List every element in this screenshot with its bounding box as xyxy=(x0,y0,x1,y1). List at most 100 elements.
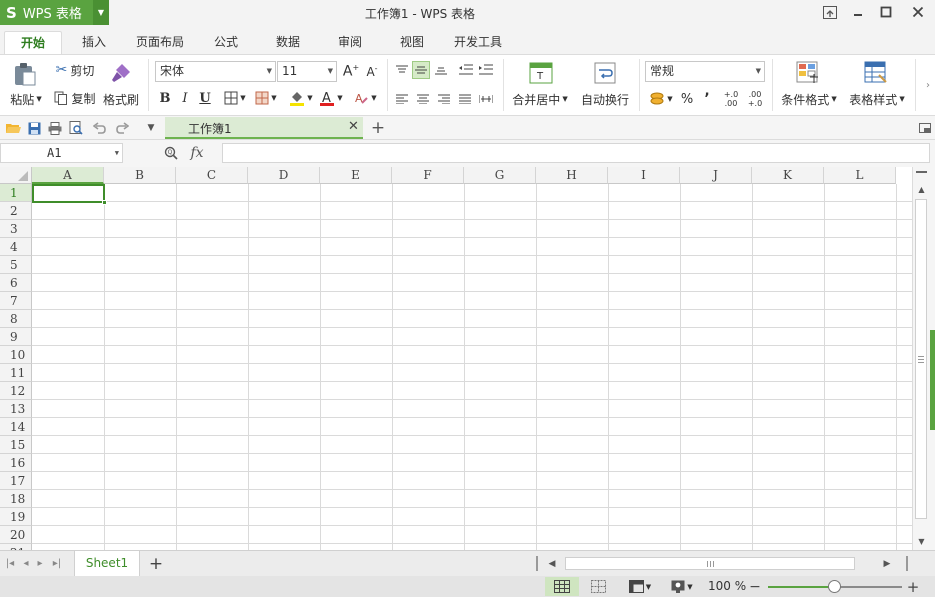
tab-page-layout[interactable]: 页面布局 xyxy=(128,31,192,54)
conditional-format-button[interactable]: 条件格式▼ xyxy=(778,91,840,107)
scroll-right-button[interactable]: ▶ xyxy=(880,556,894,571)
add-sheet-button[interactable]: + xyxy=(146,554,166,574)
ribbon-scroll-button[interactable]: › xyxy=(922,77,934,93)
column-header-e[interactable]: E xyxy=(320,167,392,184)
print-button[interactable] xyxy=(46,119,64,137)
row-header-5[interactable]: 5 xyxy=(0,256,32,274)
decrease-indent-button[interactable] xyxy=(457,61,475,79)
next-sheet-button[interactable]: ▸ xyxy=(34,555,46,571)
horizontal-scroll-thumb[interactable] xyxy=(565,557,855,570)
zoom-in-button[interactable]: + xyxy=(906,577,920,596)
decrease-font-button[interactable]: A- xyxy=(362,61,382,81)
row-header-19[interactable]: 19 xyxy=(0,508,32,526)
row-header-15[interactable]: 15 xyxy=(0,436,32,454)
font-color-button[interactable]: A▼ xyxy=(317,88,345,108)
undo-button[interactable] xyxy=(90,119,108,137)
number-format-select[interactable]: 常规▼ xyxy=(645,61,765,82)
column-header-l[interactable]: L xyxy=(824,167,896,184)
tab-split-handle[interactable] xyxy=(536,556,538,571)
align-left-button[interactable] xyxy=(393,90,411,108)
first-sheet-button[interactable]: |◂ xyxy=(4,555,16,571)
distributed-align-button[interactable] xyxy=(477,90,495,108)
tab-view[interactable]: 视图 xyxy=(390,31,434,54)
percent-button[interactable]: % xyxy=(678,89,696,109)
font-name-select[interactable]: 宋体▼ xyxy=(155,61,276,82)
column-header-b[interactable]: B xyxy=(104,167,176,184)
row-header-3[interactable]: 3 xyxy=(0,220,32,238)
wrap-text-icon-button[interactable] xyxy=(592,61,618,85)
copy-button[interactable]: 复制 xyxy=(50,89,100,107)
row-header-2[interactable]: 2 xyxy=(0,202,32,220)
wrap-text-button[interactable]: 自动换行 xyxy=(576,91,634,107)
active-cell-A1[interactable] xyxy=(32,184,105,203)
tab-split-handle-right[interactable] xyxy=(906,556,908,571)
column-header-a[interactable]: A xyxy=(32,167,104,184)
increase-decimal-button[interactable]: +.0 .00 xyxy=(720,88,742,110)
zoom-level[interactable]: 100 % xyxy=(708,579,746,593)
cell-style-button[interactable]: ▼ xyxy=(252,88,280,108)
borders-button[interactable]: ▼ xyxy=(221,88,249,108)
close-tab-icon[interactable]: ✕ xyxy=(348,119,359,134)
row-header-7[interactable]: 7 xyxy=(0,292,32,310)
font-size-select[interactable]: 11▼ xyxy=(277,61,337,82)
column-header-f[interactable]: F xyxy=(392,167,464,184)
minimize-button[interactable] xyxy=(847,2,869,22)
name-box[interactable]: A1 ▼ xyxy=(0,143,123,163)
clear-format-button[interactable]: A▼ xyxy=(352,88,380,108)
bold-button[interactable]: B xyxy=(156,88,174,108)
align-center-button[interactable] xyxy=(414,90,432,108)
row-header-13[interactable]: 13 xyxy=(0,400,32,418)
fill-color-button[interactable]: ▼ xyxy=(286,88,316,108)
row-header-12[interactable]: 12 xyxy=(0,382,32,400)
decrease-decimal-button[interactable]: .00 +.0 xyxy=(744,88,766,110)
ribbon-collapse-button[interactable] xyxy=(819,2,841,22)
column-header-h[interactable]: H xyxy=(536,167,608,184)
tab-insert[interactable]: 插入 xyxy=(72,31,116,54)
tab-list-button[interactable] xyxy=(916,119,934,137)
underline-button[interactable]: U xyxy=(196,88,214,108)
scroll-left-button[interactable]: ◀ xyxy=(545,556,559,571)
open-button[interactable] xyxy=(4,119,22,137)
vertical-scroll-thumb[interactable] xyxy=(915,199,927,519)
tab-formulas[interactable]: 公式 xyxy=(204,31,248,54)
eye-protection-button[interactable]: ▼ xyxy=(666,577,698,596)
conditional-format-icon-button[interactable] xyxy=(795,61,821,85)
vertical-scrollbar[interactable]: ▲ ▼ xyxy=(912,167,930,550)
merge-center-icon-button[interactable]: T xyxy=(528,61,554,85)
row-header-11[interactable]: 11 xyxy=(0,364,32,382)
fill-handle[interactable] xyxy=(102,200,107,205)
print-preview-button[interactable] xyxy=(67,119,85,137)
table-style-icon-button[interactable] xyxy=(863,61,889,85)
justify-button[interactable] xyxy=(456,90,474,108)
scroll-up-button[interactable]: ▲ xyxy=(913,183,930,195)
paste-dropdown[interactable]: 粘贴▼ xyxy=(6,91,46,107)
comma-style-button[interactable]: ’ xyxy=(699,89,715,109)
table-style-button[interactable]: 表格样式▼ xyxy=(846,91,908,107)
row-header-14[interactable]: 14 xyxy=(0,418,32,436)
maximize-button[interactable] xyxy=(875,2,897,22)
format-painter-button[interactable] xyxy=(105,61,135,87)
quick-access-customize-button[interactable]: ▼ xyxy=(143,119,159,137)
save-button[interactable] xyxy=(25,119,43,137)
scroll-down-button[interactable]: ▼ xyxy=(913,535,930,547)
column-header-g[interactable]: G xyxy=(464,167,536,184)
currency-format-button[interactable]: ▼ xyxy=(646,89,676,109)
column-header-j[interactable]: J xyxy=(680,167,752,184)
prev-sheet-button[interactable]: ◂ xyxy=(20,555,32,571)
insert-function-button[interactable]: fx xyxy=(186,144,208,162)
document-tab[interactable]: 工作簿1 ✕ xyxy=(165,117,363,139)
normal-view-button[interactable] xyxy=(545,577,579,596)
page-break-view-button[interactable] xyxy=(586,577,610,596)
zoom-slider-thumb[interactable] xyxy=(828,580,841,593)
merge-center-button[interactable]: 合并居中▼ xyxy=(509,91,571,107)
zoom-formula-button[interactable]: Q xyxy=(162,144,180,162)
row-header-20[interactable]: 20 xyxy=(0,526,32,544)
column-header-i[interactable]: I xyxy=(608,167,680,184)
row-header-4[interactable]: 4 xyxy=(0,238,32,256)
split-handle-icon[interactable] xyxy=(916,171,927,173)
align-right-button[interactable] xyxy=(435,90,453,108)
increase-font-button[interactable]: A+ xyxy=(341,61,361,81)
tab-home[interactable]: 开始 xyxy=(4,31,62,54)
sheet-tab-sheet1[interactable]: Sheet1 xyxy=(74,551,140,576)
row-header-6[interactable]: 6 xyxy=(0,274,32,292)
